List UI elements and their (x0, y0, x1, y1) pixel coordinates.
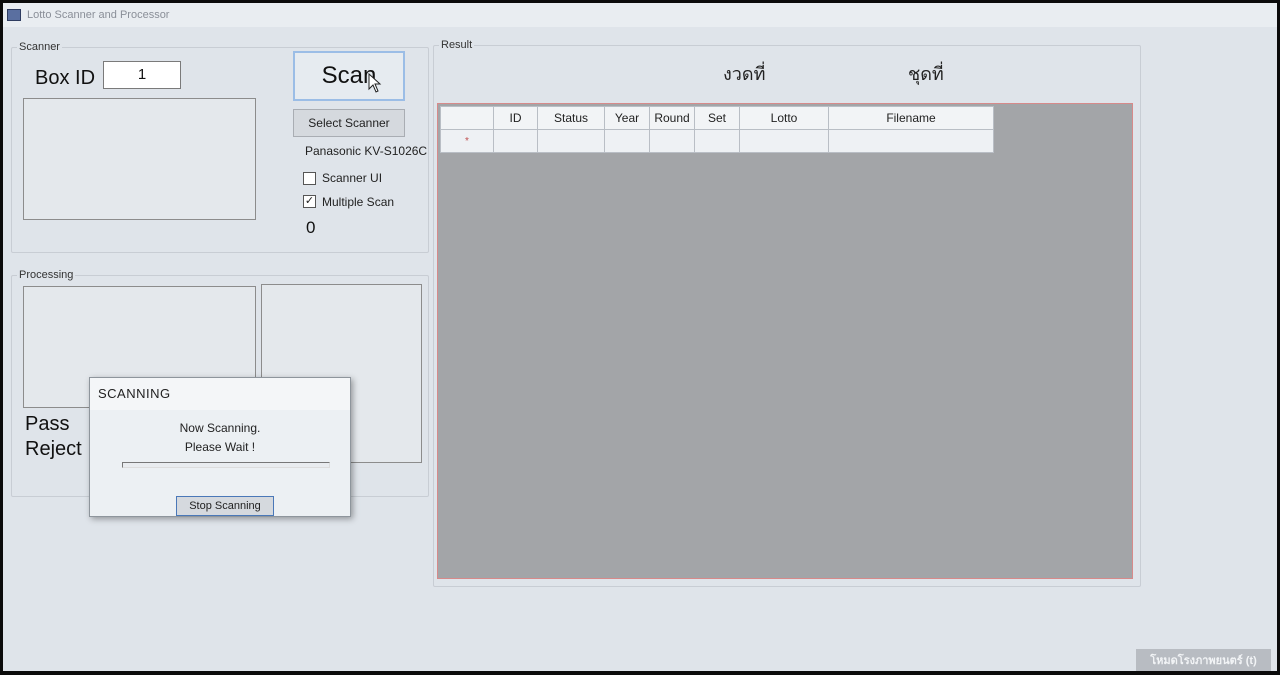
table-row[interactable]: * (440, 129, 994, 153)
column-header-lotto[interactable]: Lotto (739, 106, 829, 130)
dialog-message-line1: Now Scanning. (179, 421, 261, 435)
multiple-scan-checkbox[interactable]: ✓ (303, 195, 316, 208)
scan-button[interactable]: Scan (293, 51, 405, 101)
column-header-status[interactable]: Status (537, 106, 605, 130)
table-cell[interactable] (828, 129, 994, 153)
table-cell[interactable] (493, 129, 538, 153)
column-header-round[interactable]: Round (649, 106, 695, 130)
column-header-year[interactable]: Year (604, 106, 650, 130)
dialog-message-line2: Please Wait ! (184, 440, 256, 454)
window-title: Lotto Scanner and Processor (27, 9, 170, 21)
box-id-label: Box ID (35, 67, 96, 89)
scanner-ui-label: Scanner UI (322, 171, 383, 185)
box-id-input[interactable]: 1 (103, 61, 181, 89)
table-cell[interactable] (649, 129, 695, 153)
scanner-ui-checkbox[interactable] (303, 172, 316, 185)
scanner-name: Panasonic KV-S1026C (305, 144, 428, 158)
stop-scanning-button[interactable]: Stop Scanning (176, 496, 274, 516)
select-scanner-button[interactable]: Select Scanner (293, 109, 405, 137)
scanner-preview-box (23, 98, 256, 220)
app-icon (7, 9, 21, 21)
multiple-scan-label: Multiple Scan (322, 195, 395, 209)
column-header-id[interactable]: ID (493, 106, 538, 130)
set-label: ชุดที่ (908, 64, 944, 85)
results-table: ID Status Year Round Set Lotto Filename … (440, 106, 994, 153)
scanner-group-label: Scanner (17, 41, 62, 53)
scan-progress-bar (122, 462, 330, 468)
theater-mode-badge[interactable]: โหมดโรงภาพยนตร์ (t) (1136, 649, 1271, 671)
row-header-corner (440, 106, 494, 130)
check-mark-icon: ✓ (304, 195, 315, 207)
processing-group-label: Processing (17, 269, 76, 281)
dialog-title: SCANNING (90, 378, 350, 410)
reject-label: Reject (25, 438, 82, 460)
table-cell[interactable] (739, 129, 829, 153)
column-header-set[interactable]: Set (694, 106, 740, 130)
app-window: Lotto Scanner and Processor Scanner Box … (3, 3, 1277, 671)
select-scanner-label: Select Scanner (308, 116, 390, 130)
results-grid[interactable]: ID Status Year Round Set Lotto Filename … (437, 103, 1133, 579)
mouse-cursor-icon (368, 73, 382, 93)
table-cell[interactable] (694, 129, 740, 153)
period-label: งวดที่ (723, 64, 766, 85)
table-cell[interactable] (537, 129, 605, 153)
scanning-dialog: SCANNING Now Scanning. Please Wait ! Sto… (89, 377, 351, 517)
stop-scanning-label: Stop Scanning (189, 500, 261, 512)
title-bar: Lotto Scanner and Processor (3, 3, 1277, 27)
new-row-marker: * (440, 129, 494, 153)
column-header-filename[interactable]: Filename (828, 106, 994, 130)
scan-count: 0 (306, 218, 316, 237)
table-header-row: ID Status Year Round Set Lotto Filename (440, 106, 994, 130)
result-group-label: Result (439, 39, 475, 51)
pass-label: Pass (25, 413, 70, 435)
table-cell[interactable] (604, 129, 650, 153)
